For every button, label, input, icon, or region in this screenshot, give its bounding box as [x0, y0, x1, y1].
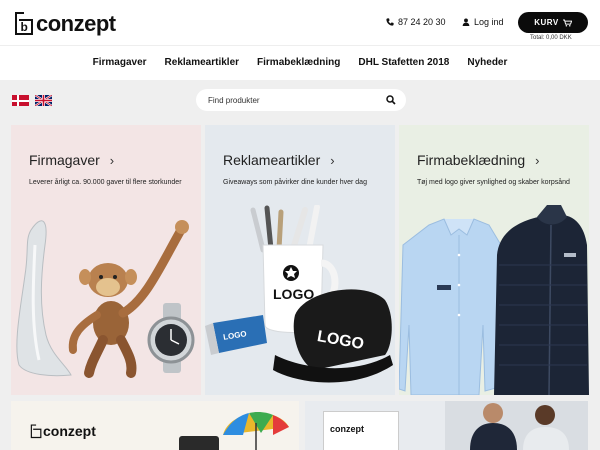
uk-flag-icon[interactable] [35, 95, 52, 106]
promo-products-image: LOGO LOGO LOGO [205, 205, 393, 383]
catalog-title: conzept [330, 424, 365, 434]
category-title[interactable]: Reklameartikler › [223, 152, 335, 168]
category-title[interactable]: Firmagaver › [29, 152, 114, 168]
user-icon [462, 18, 470, 26]
logo-text: conzept [36, 11, 116, 36]
logo-mark: b [12, 10, 34, 36]
cart-total: Total: 0,00 DKK [530, 35, 572, 41]
gifts-image [16, 220, 195, 378]
login-label: Log ind [474, 17, 504, 27]
cart-icon [562, 19, 572, 26]
danish-flag-icon[interactable] [12, 95, 29, 106]
cart-button[interactable]: KURV [518, 12, 588, 33]
category-card-firmabeklaedning[interactable]: Firmabeklædning › Tøj med logo giver syn… [399, 125, 589, 395]
models-image [445, 401, 588, 450]
category-card-firmagaver[interactable]: Firmagaver › Leverer årligt ca. 90.000 g… [11, 125, 201, 395]
language-switcher [12, 95, 52, 106]
svg-text:b: b [21, 20, 28, 34]
workwear-image [399, 205, 589, 395]
search-bar [196, 89, 406, 111]
category-card-reklameartikler[interactable]: Reklameartikler › Giveaways som påvirker… [205, 125, 395, 395]
login-link[interactable]: Log ind [462, 17, 504, 27]
category-title[interactable]: Firmabeklædning › [417, 152, 540, 168]
nav-reklameartikler[interactable]: Reklameartikler [165, 57, 240, 68]
promo-banner-clothing[interactable]: conzept [305, 401, 588, 450]
banner-logo: conzept [29, 423, 96, 439]
banner-logo-text: conzept [43, 423, 96, 439]
nav-dhl-stafetten[interactable]: DHL Stafetten 2018 [358, 57, 449, 68]
chevron-right-icon: › [535, 152, 540, 168]
category-description: Giveaways som påvirker dine kunder hver … [223, 179, 367, 186]
nav-firmagaver[interactable]: Firmagaver [93, 57, 147, 68]
speaker-image [179, 436, 219, 450]
category-description: Leverer årligt ca. 90.000 gaver til fler… [29, 179, 182, 186]
search-input[interactable] [208, 95, 386, 105]
nav-nyheder[interactable]: Nyheder [467, 57, 507, 68]
nav-firmabeklaedning[interactable]: Firmabeklædning [257, 57, 340, 68]
header: b conzept 87 24 20 30 Log ind KURV Total… [0, 0, 600, 45]
catalog-image: conzept [323, 411, 399, 450]
promo-banner-catalog[interactable]: conzept [11, 401, 299, 450]
phone-link[interactable]: 87 24 20 30 [386, 17, 446, 27]
svg-text:LOGO: LOGO [273, 286, 314, 302]
category-title-text: Reklameartikler [223, 152, 321, 168]
category-title-text: Firmabeklædning [417, 152, 526, 168]
chevron-right-icon: › [109, 152, 115, 168]
phone-icon [386, 18, 394, 26]
site-logo[interactable]: b conzept [12, 10, 116, 36]
search-icon[interactable] [386, 95, 396, 105]
chevron-right-icon: › [330, 152, 335, 168]
category-title-text: Firmagaver [29, 152, 100, 168]
phone-number: 87 24 20 30 [398, 17, 446, 27]
umbrella-image [223, 411, 289, 450]
main-nav: Firmagaver Reklameartikler Firmabeklædni… [0, 45, 600, 79]
category-description: Tøj med logo giver synlighed og skaber k… [417, 179, 570, 186]
cart-label: KURV [534, 18, 559, 27]
